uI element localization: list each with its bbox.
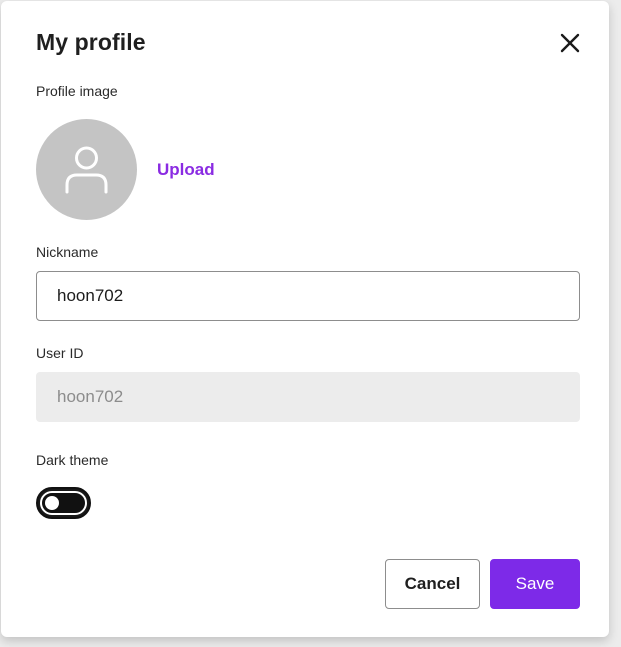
avatar <box>36 119 137 220</box>
cancel-button[interactable]: Cancel <box>385 559 480 609</box>
dark-theme-label: Dark theme <box>36 452 109 468</box>
upload-button[interactable]: Upload <box>157 160 215 180</box>
save-button[interactable]: Save <box>490 559 580 609</box>
user-id-label: User ID <box>36 345 84 361</box>
user-id-input <box>36 372 580 422</box>
profile-dialog: My profile Profile image Upload Nickname… <box>1 1 609 637</box>
toggle-knob <box>45 496 59 510</box>
nickname-label: Nickname <box>36 244 99 260</box>
nickname-input[interactable] <box>36 271 580 321</box>
toggle-track <box>40 491 87 515</box>
user-icon <box>65 146 108 194</box>
dark-theme-toggle[interactable] <box>36 487 91 519</box>
profile-image-label: Profile image <box>36 83 118 99</box>
close-icon <box>560 33 580 53</box>
dialog-title: My profile <box>36 29 146 55</box>
close-button[interactable] <box>555 28 585 58</box>
